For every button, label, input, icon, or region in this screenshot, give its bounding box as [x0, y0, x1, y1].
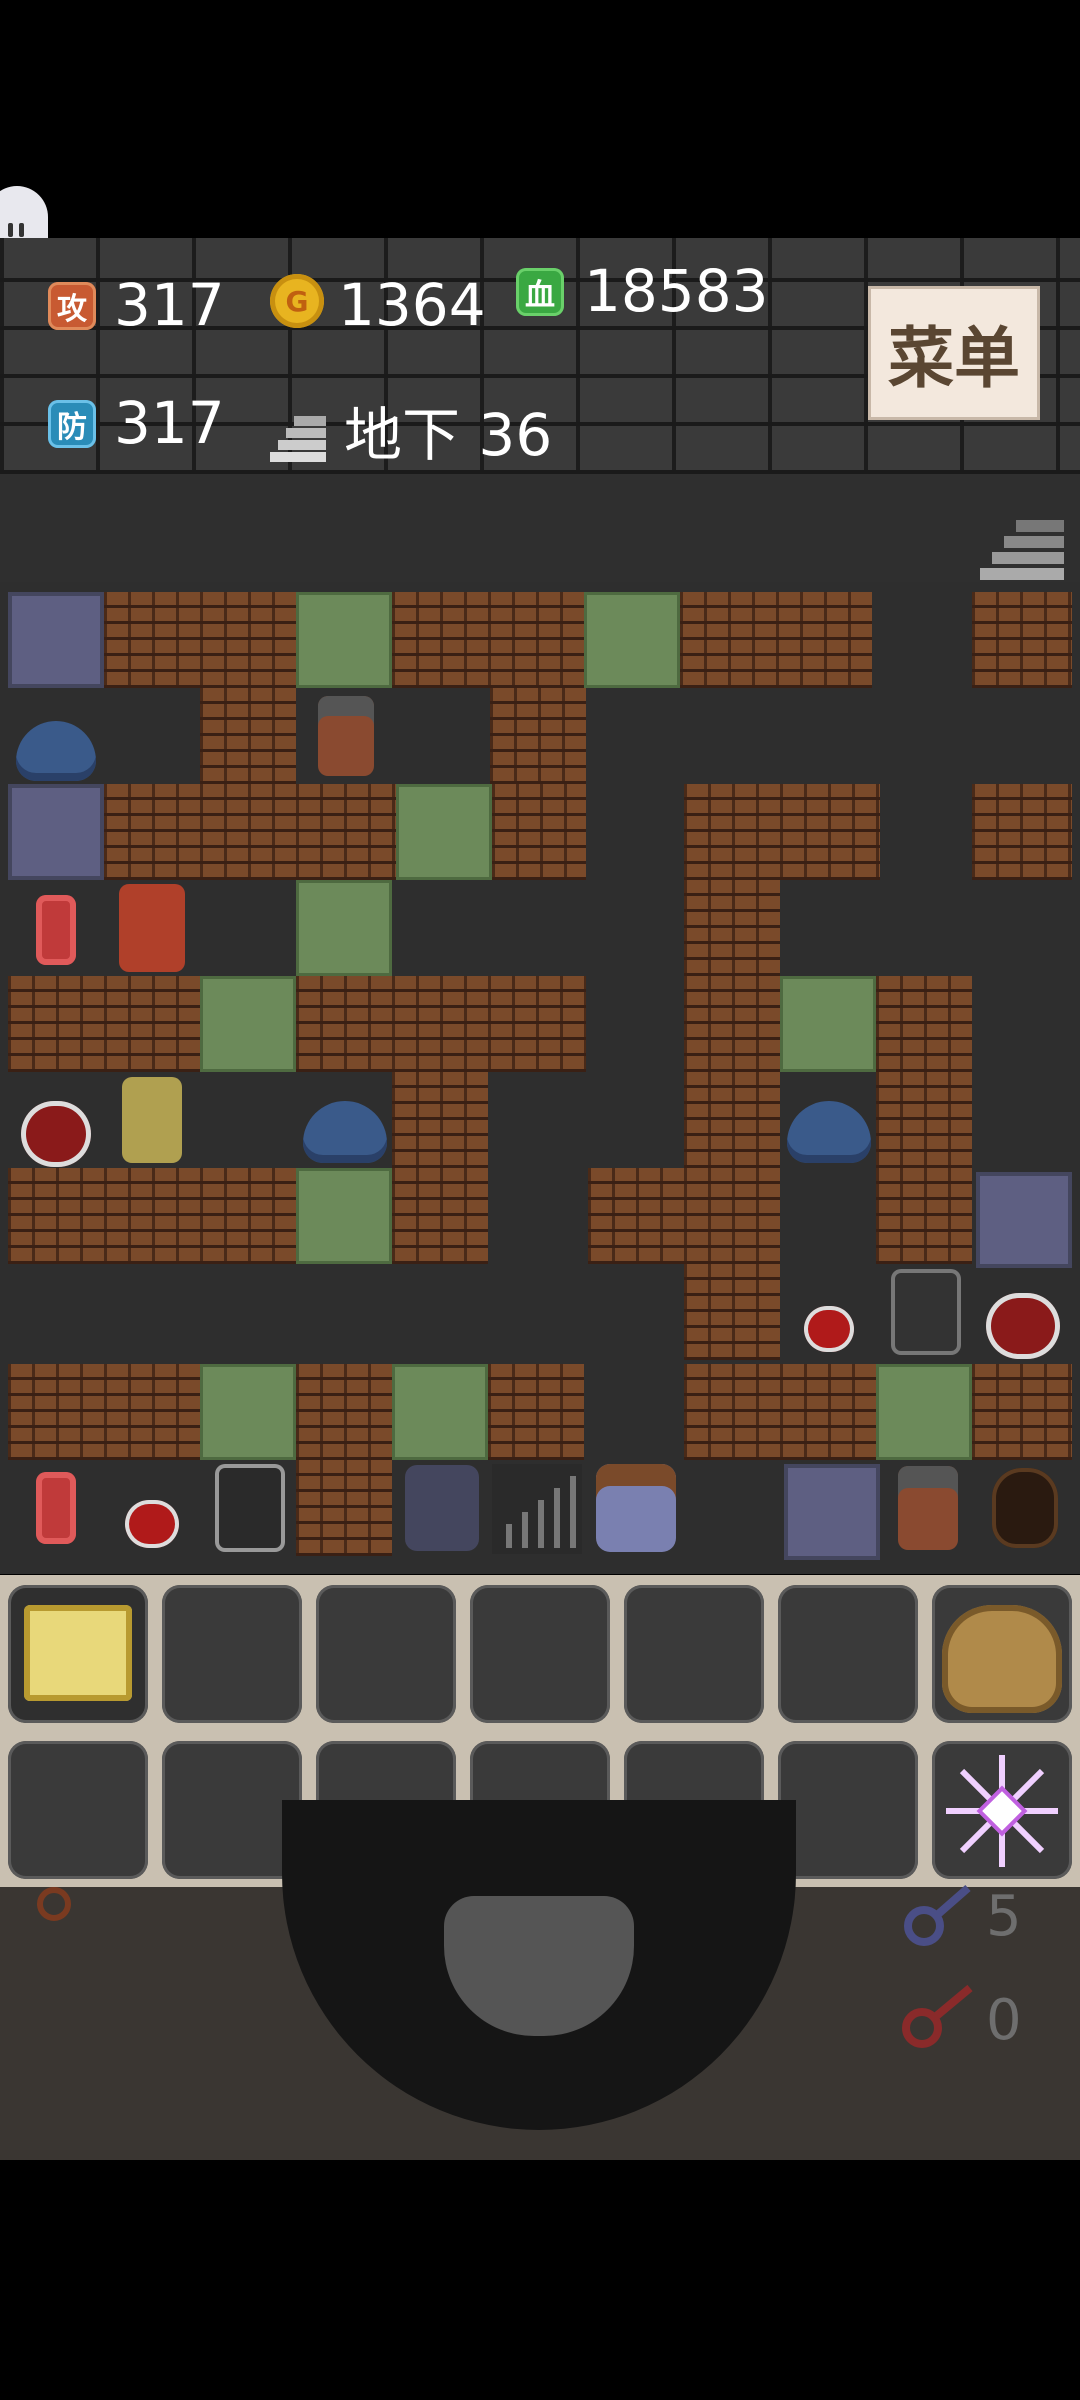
bush-wall [200, 976, 296, 1072]
inventory-slot[interactable] [624, 1585, 764, 1723]
game-screen: 攻 317 G 1364 血 18583 防 317 地下 36 菜单 5 0 [0, 0, 1080, 2400]
red-knight[interactable] [104, 880, 200, 976]
dark-knight[interactable] [298, 688, 394, 784]
bush-wall [392, 1364, 488, 1460]
bush-wall [396, 784, 492, 880]
red-potion-large[interactable] [980, 1270, 1066, 1360]
attack-icon: 攻 [48, 282, 96, 330]
hp-value: 18583 [584, 257, 769, 325]
red-potion-small[interactable] [800, 1274, 858, 1354]
gold-coin-icon: G [270, 274, 324, 328]
gold-value: 1364 [338, 271, 486, 339]
gargoyle-wall [976, 1172, 1072, 1268]
bush-wall [296, 1168, 392, 1264]
bush-wall [200, 1364, 296, 1460]
inventory-slot[interactable] [778, 1741, 918, 1879]
potion-jar-icon [942, 1605, 1062, 1713]
bush-wall [296, 592, 392, 688]
bush-wall [296, 880, 392, 976]
attack-value: 317 [114, 271, 225, 339]
blue-key-count: 5 [986, 1884, 1022, 1949]
inventory-slot[interactable] [470, 1585, 610, 1723]
yellow-key-icon [37, 1887, 71, 1921]
inventory-slot[interactable] [316, 1585, 456, 1723]
defense-value: 317 [114, 389, 225, 457]
red-gem[interactable] [28, 1468, 84, 1548]
red-key-count: 0 [986, 1988, 1022, 2053]
hp-icon: 血 [516, 268, 564, 316]
floor-label: 地下 36 [344, 401, 553, 469]
inventory-slot[interactable] [778, 1585, 918, 1723]
dark-knight[interactable] [880, 1460, 976, 1556]
blue-slime[interactable] [12, 692, 100, 784]
stairs-icon [270, 416, 326, 462]
inventory-slot[interactable] [162, 1741, 302, 1879]
dpad-arrow [444, 1896, 634, 2036]
bush-wall [876, 1364, 972, 1460]
inventory-slot[interactable] [8, 1585, 148, 1723]
gold-coin-letter: G [285, 284, 309, 318]
skeleton-soldier[interactable] [876, 1264, 976, 1360]
dark-jug[interactable] [982, 1462, 1068, 1554]
stairs-down-icon[interactable] [492, 1464, 582, 1554]
gargoyle-wall [784, 1464, 880, 1560]
game-board[interactable] [0, 474, 1080, 1574]
skeleton-captain[interactable] [200, 1460, 300, 1556]
bush-wall [584, 592, 680, 688]
red-potion-small[interactable] [120, 1472, 184, 1550]
red-key-icon [902, 1984, 973, 2048]
gargoyle-wall [8, 784, 104, 880]
inventory-slot[interactable] [8, 1741, 148, 1879]
menu-button[interactable]: 菜单 [868, 286, 1040, 420]
defense-icon: 防 [48, 400, 96, 448]
bush-wall [780, 976, 876, 1072]
inventory-slot[interactable] [162, 1585, 302, 1723]
hero-player[interactable] [588, 1460, 684, 1556]
stairs-up-icon [980, 520, 1064, 580]
snowflake-icon [946, 1755, 1058, 1867]
stone-golem[interactable] [394, 1460, 490, 1556]
inventory-slot[interactable] [932, 1741, 1072, 1879]
blue-key-icon [904, 1884, 971, 1946]
monster-manual-icon [24, 1605, 132, 1701]
inventory-slot[interactable] [932, 1585, 1072, 1723]
red-gem[interactable] [28, 894, 84, 966]
gargoyle-wall [8, 592, 104, 688]
red-potion-large[interactable] [16, 1078, 96, 1168]
blue-slime[interactable] [782, 1074, 876, 1166]
blue-slime[interactable] [298, 1074, 392, 1166]
gold-knight[interactable] [104, 1072, 200, 1168]
